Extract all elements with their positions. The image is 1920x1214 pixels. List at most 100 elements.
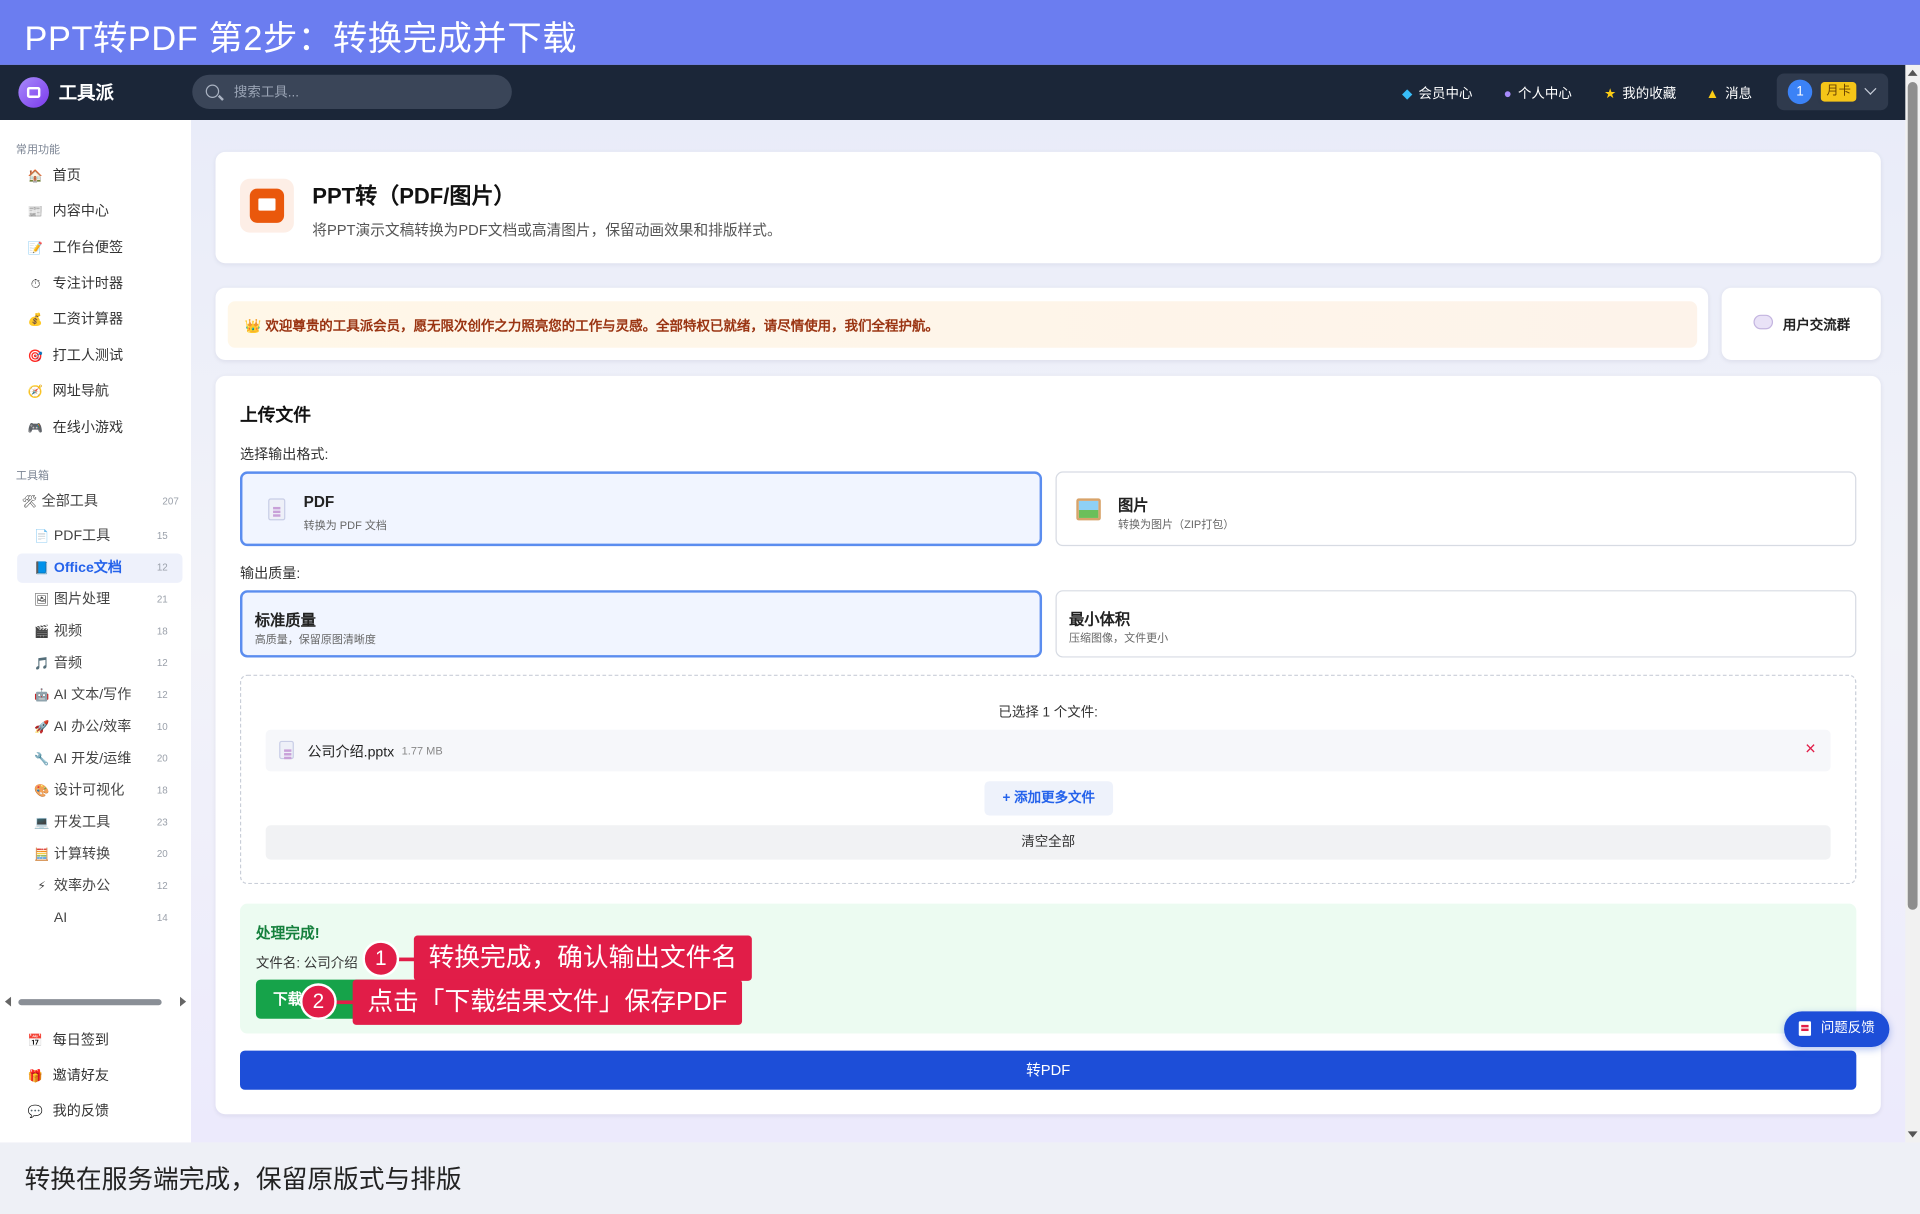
sidebar-item-checkin[interactable]: 📅 每日签到 [26, 1027, 109, 1054]
home-icon: 🏠 [27, 170, 44, 184]
sidebar-item-label: AI 文本/写作 [53, 688, 132, 703]
palette-icon: 🎨 [33, 784, 50, 799]
sidebar-item-notes[interactable]: 📝 工作台便签 [26, 235, 123, 262]
search-box[interactable] [192, 74, 512, 109]
sidebar-item-ai-office[interactable]: 🚀 AI 办公/效率 10 [17, 713, 182, 742]
star-icon: ★ [1604, 86, 1617, 102]
sidebar-item-calc[interactable]: 🧮 计算转换 20 [17, 840, 182, 869]
convert-to-pdf-button[interactable]: 转PDF [240, 1050, 1857, 1090]
sidebar-item-pdf[interactable]: 📄 PDF工具 15 [17, 522, 182, 551]
sidebar-item-office[interactable]: 📘 Office文档 12 [17, 553, 183, 583]
tutorial-banner: PPT转PDF 第2步：转换完成并下载 [0, 0, 1920, 65]
page-title: PPT转（PDF/图片） [312, 183, 516, 209]
compass-icon: 🧭 [27, 385, 44, 400]
scroll-left-icon[interactable] [4, 996, 12, 1007]
sidebar-item-nav[interactable]: 🧭 网址导航 [26, 378, 109, 405]
lightning-icon: ⚡ [37, 880, 46, 894]
scroll-right-icon[interactable] [180, 996, 187, 1007]
tool-header-card: PPT转（PDF/图片） 将PPT演示文稿转换为PDF文档或高清图片，保留动画效… [215, 151, 1881, 264]
presentation-icon [240, 178, 294, 233]
sidebar-item-feedback[interactable]: 💬 我的反馈 [26, 1098, 109, 1125]
nav-messages[interactable]: ▲ 消息 [1706, 83, 1752, 103]
sidebar-item-ai-writing[interactable]: 🤖 AI 文本/写作 12 [17, 681, 182, 710]
sidebar-item-games[interactable]: 🎮 在线小游戏 [26, 415, 123, 442]
sidebar-item-audio[interactable]: 🎵 音频 12 [17, 649, 182, 678]
quality-title: 最小体积 [1068, 611, 1131, 629]
format-option-pdf[interactable]: PDF 转换为 PDF 文档 [240, 471, 1043, 547]
callout-2-number: 2 [300, 983, 337, 1021]
search-input[interactable] [231, 80, 506, 106]
format-title: PDF [303, 493, 335, 511]
sidebar-item-timer[interactable]: ⏱ 专注计时器 [26, 271, 123, 298]
quality-label: 输出质量: [240, 566, 301, 582]
remove-file-icon[interactable]: × [1805, 738, 1816, 759]
sidebar-item-invite[interactable]: 🎁 邀请好友 [26, 1063, 109, 1090]
tool-count: 20 [156, 848, 168, 860]
rocket-icon: 🚀 [33, 721, 50, 735]
wrench-icon: 🔧 [33, 753, 50, 767]
add-more-files-button[interactable]: + 添加更多文件 [984, 781, 1114, 816]
sidebar-item-devtools[interactable]: 💻 开发工具 23 [17, 808, 182, 837]
sidebar-item-label: 图片处理 [53, 592, 111, 608]
sidebar-item-label: AI [53, 911, 68, 926]
sidebar-item-test[interactable]: 🎯 打工人测试 [26, 343, 123, 370]
sidebar-item-home[interactable]: 🏠 首页 [26, 163, 81, 190]
scroll-thumb[interactable] [1907, 82, 1918, 910]
result-filename: 文件名: 公司介绍 [255, 956, 358, 972]
sidebar-item-ai-dev[interactable]: 🔧 AI 开发/运维 20 [17, 744, 182, 773]
quality-option-standard[interactable]: 标准质量 高质量，保留原图清晰度 [240, 590, 1043, 658]
feedback-label: 问题反馈 [1820, 1021, 1875, 1036]
scroll-thumb[interactable] [18, 999, 162, 1006]
logo-icon[interactable] [18, 77, 49, 108]
sidebar-item-label: 音频 [53, 656, 83, 672]
screen: PPT转PDF 第2步：转换完成并下载 工具派 ◆ 会员中心 ● 个人中心 ★ 我的收… [0, 0, 1920, 1214]
result-title: 处理完成! [255, 924, 320, 942]
banner-title: PPT转PDF 第2步：转换完成并下载 [24, 19, 578, 58]
nav-label: 个人中心 [1517, 86, 1572, 102]
file-drop-zone[interactable]: 已选择 1 个文件: 公司介绍.pptx 1.77 MB × + 添加更多文件 … [240, 674, 1857, 885]
chevron-down-icon [1864, 82, 1877, 95]
sidebar-item-image[interactable]: 🖼 图片处理 21 [17, 585, 182, 614]
nav-profile[interactable]: ● 个人中心 [1504, 83, 1572, 103]
quality-option-minimum[interactable]: 最小体积 压缩图像，文件更小 [1055, 590, 1857, 658]
gift-icon: 🎁 [27, 1070, 44, 1084]
format-label: 选择输出格式: [240, 448, 329, 463]
quality-desc: 压缩图像，文件更小 [1068, 631, 1169, 645]
scroll-up-icon[interactable] [1907, 69, 1918, 76]
user-group-button[interactable]: 用户交流群 [1721, 287, 1881, 361]
sidebar-item-label: 工资计算器 [52, 312, 124, 327]
sidebar-item-all-tools[interactable]: 🛠 全部工具 207 [17, 487, 182, 516]
welcome-text: 👑 欢迎尊贵的工具派会员，愿无限次创作之力照亮您的工作与灵感。全部特权已就绪，请… [245, 316, 939, 336]
scroll-down-icon[interactable] [1907, 1131, 1918, 1138]
pptx-file-icon [279, 740, 294, 760]
user-menu[interactable]: 1 月卡 [1776, 73, 1889, 111]
sidebar-item-label: 内容中心 [52, 204, 109, 220]
file-size: 1.77 MB [401, 744, 443, 757]
book-icon: 📘 [33, 562, 50, 576]
sidebar: 常用功能 🏠 首页 📰 内容中心 📝 工作台便签 ⏱ 专注计时器 💰 工资计算器 🎯 打工人… [0, 120, 192, 1143]
sidebar-item-ai[interactable]: AI 14 [17, 904, 182, 933]
sidebar-item-video[interactable]: 🎬 视频 18 [17, 617, 182, 646]
section-common-label: 常用功能 [15, 143, 61, 156]
brand-name[interactable]: 工具派 [59, 80, 114, 106]
tool-count: 12 [156, 657, 168, 669]
welcome-banner: 👑 欢迎尊贵的工具派会员，愿无限次创作之力照亮您的工作与灵感。全部特权已就绪，请… [227, 301, 1698, 348]
sidebar-item-design[interactable]: 🎨 设计可视化 18 [17, 776, 182, 805]
sidebar-item-label: 计算转换 [53, 847, 111, 863]
nav-member-center[interactable]: ◆ 会员中心 [1402, 83, 1472, 103]
sidebar-item-content[interactable]: 📰 内容中心 [26, 198, 109, 225]
sidebar-item-efficiency[interactable]: ⚡ 效率办公 12 [17, 872, 182, 901]
sidebar-item-salary[interactable]: 💰 工资计算器 [26, 306, 123, 333]
tool-count: 12 [156, 562, 168, 574]
nav-favorites[interactable]: ★ 我的收藏 [1604, 83, 1676, 103]
page-vertical-scrollbar[interactable] [1905, 64, 1920, 1143]
sidebar-item-label: AI 办公/效率 [53, 720, 132, 735]
sidebar-item-label: 首页 [52, 168, 81, 184]
sidebar-item-label: AI 开发/运维 [53, 751, 132, 767]
feedback-float-button[interactable]: 问题反馈 [1784, 1011, 1890, 1047]
sidebar-horizontal-scrollbar[interactable] [0, 993, 191, 1010]
clear-all-button[interactable]: 清空全部 [265, 825, 1831, 860]
avatar: 1 [1787, 79, 1813, 105]
sidebar-item-label: 邀请好友 [52, 1068, 109, 1084]
format-option-image[interactable]: 图片 转换为图片（ZIP打包） [1055, 471, 1857, 547]
